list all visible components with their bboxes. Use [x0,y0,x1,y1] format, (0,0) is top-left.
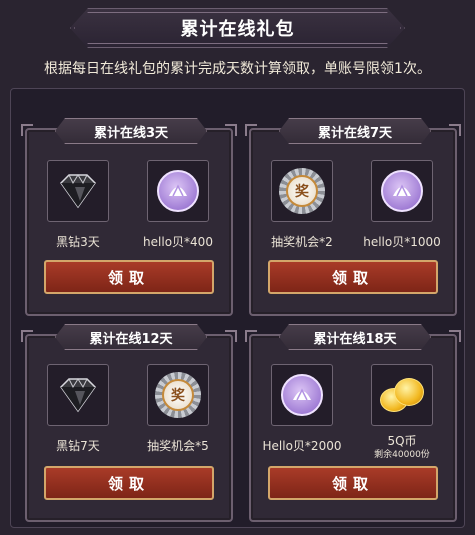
reward-card-7-days: 累计在线7天 奖 抽奖机会*2 hello贝*1000 领取 [245,128,461,316]
hello-shell-coin-icon [157,170,199,212]
reward-label: hello贝*400 [143,235,213,249]
claim-button[interactable]: 领取 [268,466,438,500]
reward-label: 黑钻3天 [56,235,100,249]
reward-remaining-count: 剩余40000份 [374,450,430,460]
reward-slot[interactable] [371,160,433,222]
reward-card-3-days: 累计在线3天 黑钻3天 hello贝*400 领取 [21,128,237,316]
claim-button[interactable]: 领取 [268,260,438,294]
claim-button[interactable]: 领取 [44,260,214,294]
reward-slot[interactable] [147,160,209,222]
hello-shell-coin-icon [281,374,323,416]
reward-label: hello贝*1000 [363,235,441,249]
reward-card-12-days: 累计在线12天 黑钻7天 奖 抽奖机会*5 领取 [21,334,237,522]
black-diamond-icon [60,174,96,209]
card-title: 累计在线7天 [279,118,431,144]
black-diamond-icon [60,378,96,413]
card-title: 累计在线3天 [55,118,207,144]
lottery-glyph: 奖 [162,379,194,411]
reward-label: Hello贝*2000 [262,439,342,453]
subtitle-rules: 根据每日在线礼包的累计完成天数计算领取，单账号限领1次。 [44,61,431,77]
lottery-ticket-icon: 奖 [155,372,201,418]
reward-label: 抽奖机会*5 [147,439,209,453]
gold-coins-icon [378,374,426,416]
hello-shell-coin-icon [381,170,423,212]
card-title: 累计在线12天 [55,324,207,350]
reward-label: 黑钻7天 [56,439,100,453]
reward-label: 抽奖机会*2 [271,235,333,249]
reward-slot[interactable] [371,364,433,426]
reward-slot[interactable] [271,364,333,426]
header-banner-border [74,12,401,44]
claim-button[interactable]: 领取 [44,466,214,500]
lottery-ticket-icon: 奖 [279,168,325,214]
reward-slot[interactable] [47,160,109,222]
reward-slot[interactable] [47,364,109,426]
reward-card-18-days: 累计在线18天 Hello贝*2000 5Q币 剩余40000份 领取 [245,334,461,522]
card-title: 累计在线18天 [279,324,431,350]
reward-slot[interactable]: 奖 [147,364,209,426]
reward-slot[interactable]: 奖 [271,160,333,222]
lottery-glyph: 奖 [286,175,318,207]
